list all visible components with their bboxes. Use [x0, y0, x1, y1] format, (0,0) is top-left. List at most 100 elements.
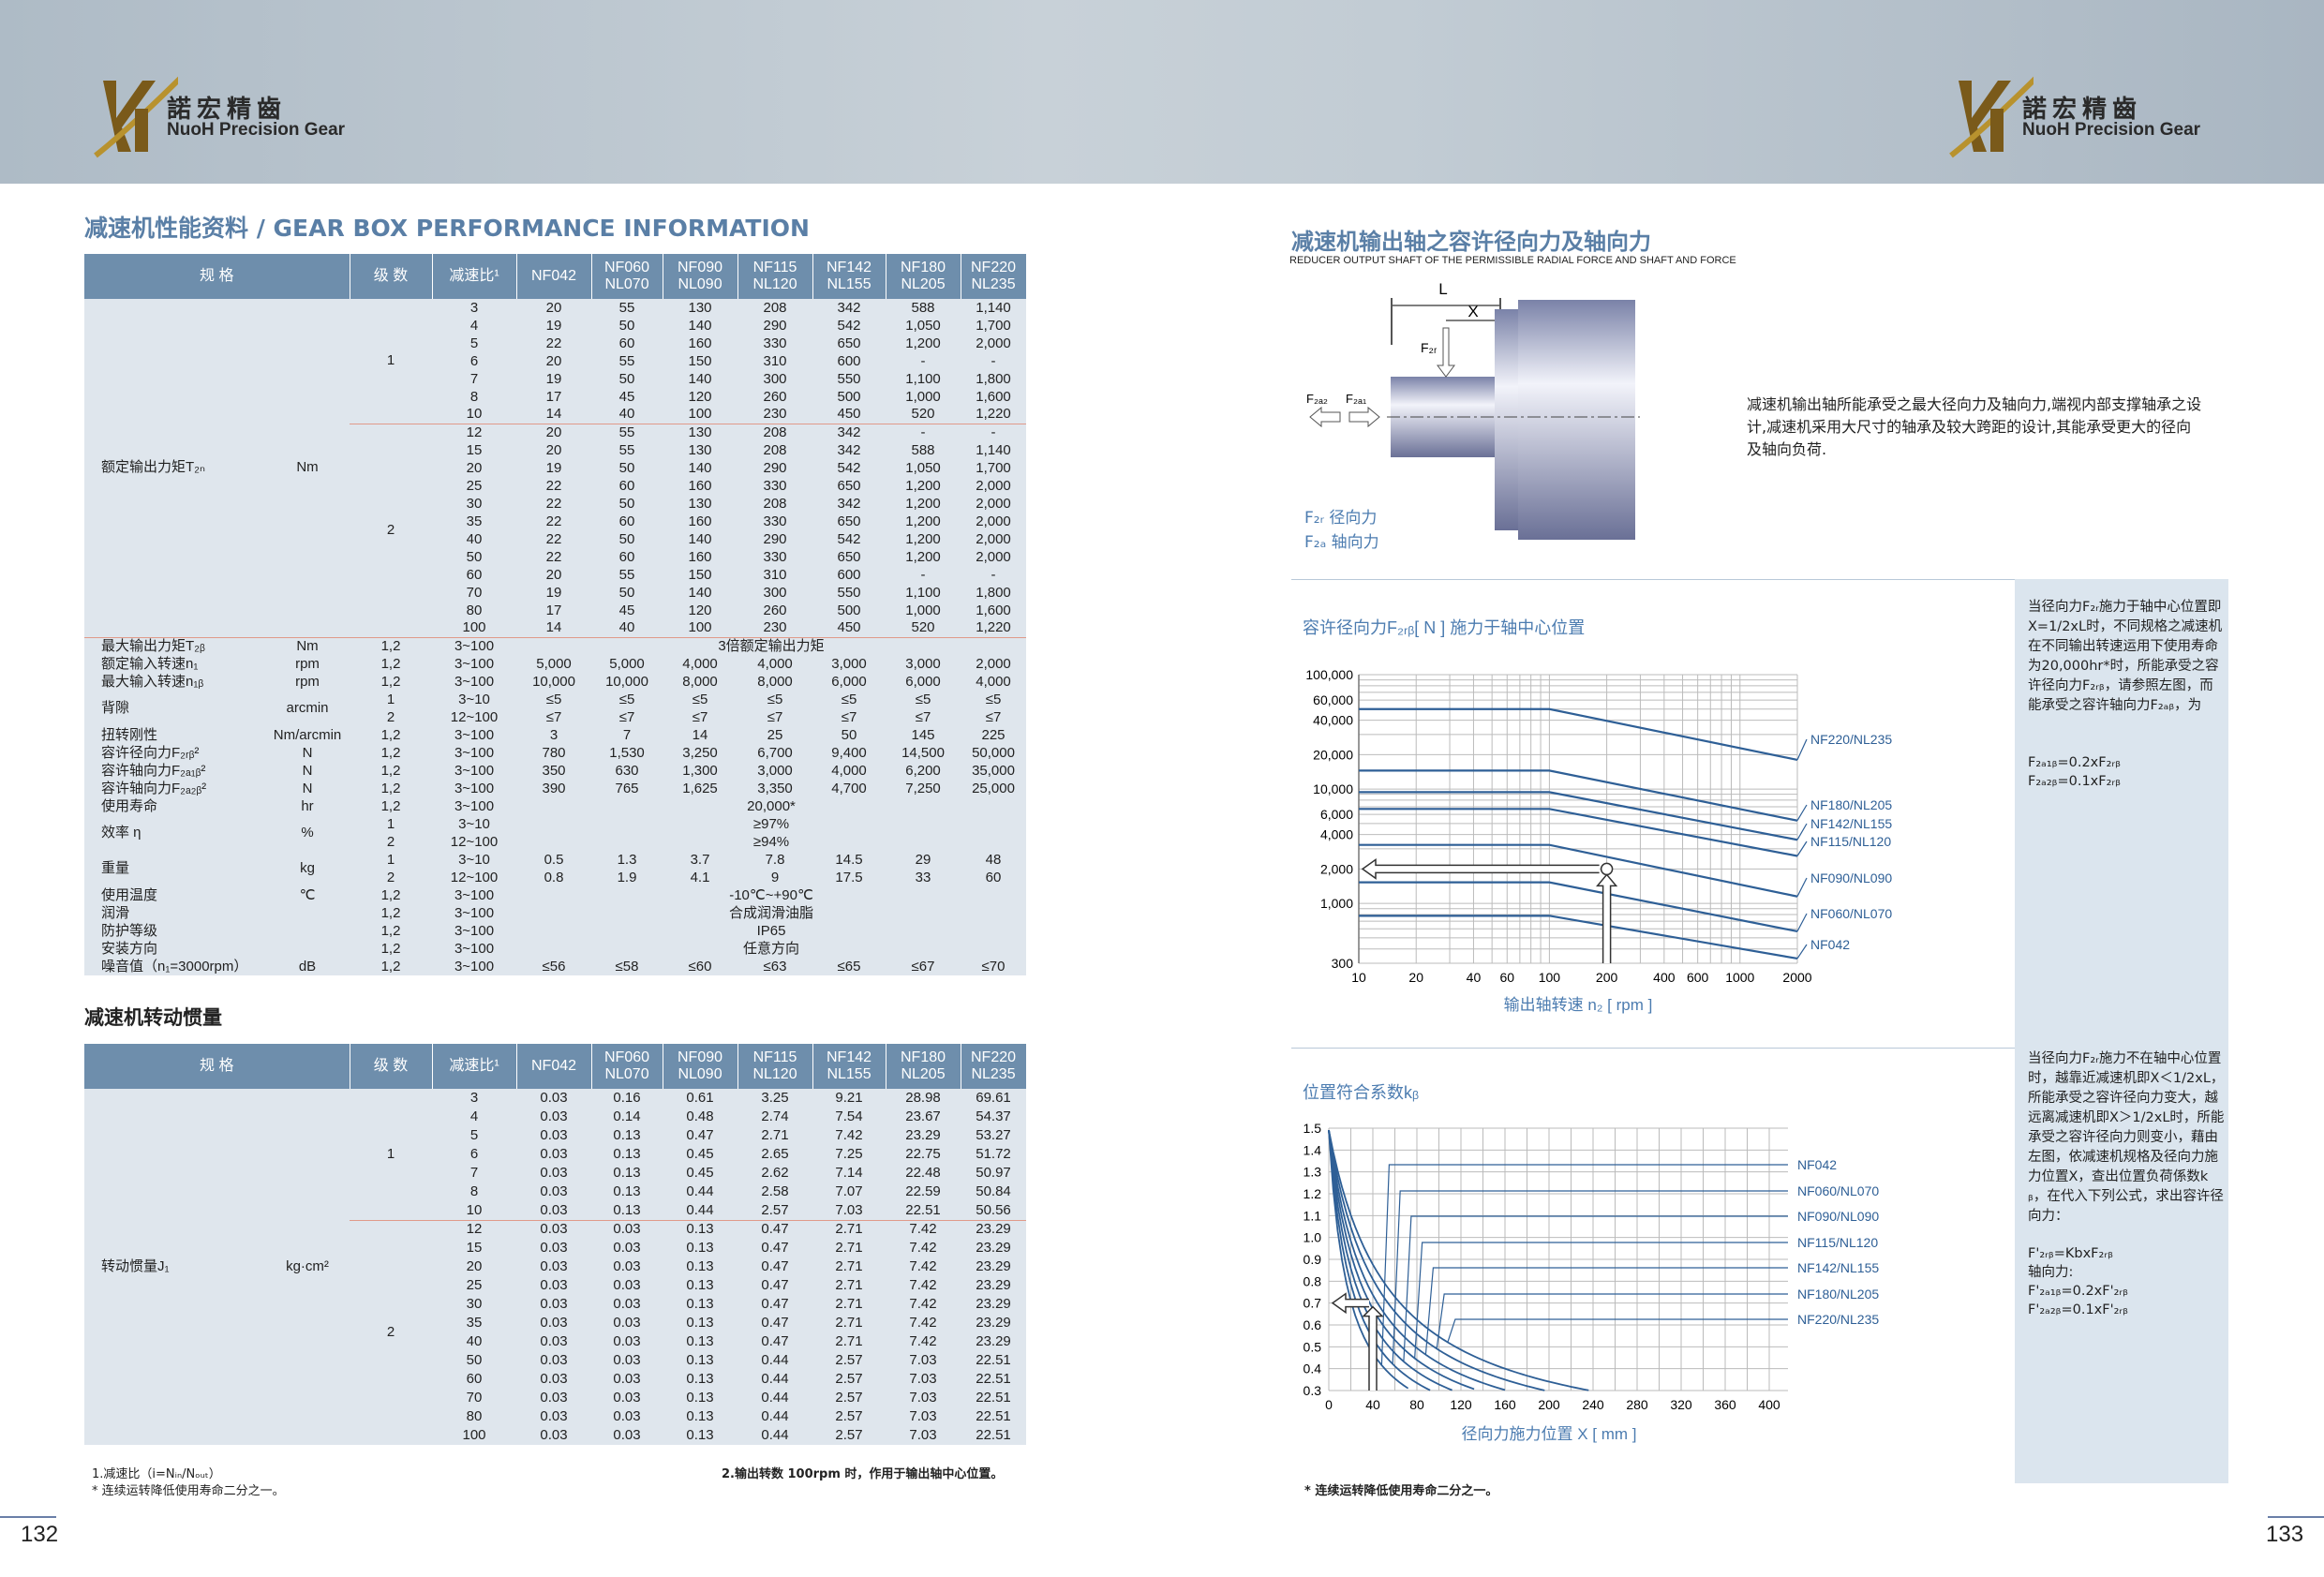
row-unit: dB — [265, 958, 350, 975]
chart2-series-label: NF090/NL090 — [1797, 1209, 1879, 1224]
chart1-y-tick: 1,000 — [1320, 896, 1353, 911]
chart2-series-label: NF060/NL070 — [1797, 1183, 1879, 1198]
table-cell: 0.44 — [663, 1201, 738, 1220]
column-header: 规 格 — [84, 254, 350, 299]
table-cell: 260 — [737, 388, 813, 406]
chart2-x-tick: 280 — [1626, 1397, 1648, 1412]
note2-formula-2: 轴向力: — [2028, 1265, 2074, 1280]
table-cell: 3,350 — [737, 780, 813, 797]
chart1-x-tick: 100 — [1539, 970, 1561, 985]
table-cell: 208 — [737, 441, 813, 459]
table-cell: 14 — [663, 726, 738, 744]
table-row: 重量 kg 1 3~10 0.5 1.3 3.7 7.8 14.5 29 48 — [84, 851, 1027, 886]
table-cell: 0.03 — [591, 1257, 663, 1276]
table-cell: 8,000 — [737, 673, 813, 691]
chart2-y-tick: 0.4 — [1304, 1361, 1322, 1376]
table-cell: 2.71 — [812, 1276, 886, 1295]
table-cell: 342 — [812, 495, 886, 513]
table-row: 额定输入转速n₁ rpm 1,2 3~100 5,000 5,000 4,000 4,000 3… — [84, 655, 1027, 673]
table-row: 防护等级 1,2 3~100 IP65 — [84, 922, 1027, 940]
table-cell: 48 — [961, 851, 1027, 869]
table-cell: 1,300 — [663, 762, 738, 780]
table-cell: ≤5 — [516, 691, 592, 708]
stage-cell: 1 — [350, 851, 433, 869]
table-cell: 300 — [737, 370, 813, 388]
table-cell: 19 — [516, 370, 592, 388]
span-cell: ≥97% — [516, 815, 1027, 833]
table-cell: 390 — [516, 780, 592, 797]
table-cell: 23.67 — [886, 1108, 961, 1126]
table-cell: 550 — [812, 584, 886, 602]
table-cell: 35 — [432, 513, 517, 530]
table-cell: 0.44 — [737, 1389, 813, 1407]
table-cell: 2,000 — [961, 495, 1027, 513]
table-cell: 23.29 — [886, 1126, 961, 1145]
radial-force-arrow — [1437, 327, 1455, 378]
table-row: 背隙 arcmin 1 3~10 ≤5 ≤5 ≤5 ≤5 ≤5 ≤5 ≤5 — [84, 691, 1027, 726]
chart2-y-tick: 0.9 — [1304, 1252, 1322, 1267]
chart1-y-tick: 300 — [1332, 956, 1354, 971]
stage-cell: 1,2 — [350, 762, 433, 780]
table-cell: 22 — [516, 477, 592, 495]
row-unit: ℃ — [265, 886, 350, 904]
table-row: 最大输入转速n₁ᵦ rpm 1,2 3~100 10,000 10,000 8,000 8,0… — [84, 673, 1027, 691]
table-cell: 22.51 — [961, 1351, 1027, 1370]
table-cell: 7.14 — [812, 1164, 886, 1183]
stage-cell: 2 — [350, 1219, 433, 1445]
span-cell: 20,000* — [516, 797, 1027, 815]
column-header: NF220 NL235 — [961, 1044, 1027, 1089]
table-row: 噪音值（n₁=3000rpm） dB 1,2 3~100 ≤56 ≤58 ≤60 ≤63 ≤65… — [84, 958, 1027, 975]
table-cell: 8 — [432, 1183, 517, 1201]
table-cell: 0.03 — [516, 1108, 592, 1126]
chart2-x-tick: 80 — [1409, 1397, 1424, 1412]
table-cell: 0.44 — [737, 1407, 813, 1426]
table-cell: 0.03 — [591, 1407, 663, 1426]
ratio-cell: 3~100 — [432, 726, 517, 744]
table-cell: 1,140 — [961, 299, 1027, 317]
table-cell: 140 — [663, 584, 738, 602]
table-cell: 1,625 — [663, 780, 738, 797]
row-unit: Nm — [265, 636, 350, 655]
table-cell: 100 — [663, 406, 738, 424]
table-cell: 22 — [516, 495, 592, 513]
table-cell: ≤7 — [886, 708, 961, 726]
ratio-cell: 3~100 — [432, 744, 517, 762]
divider-1 — [1291, 579, 2015, 580]
chart1-leader — [1796, 944, 1808, 960]
table-cell: 0.03 — [516, 1389, 592, 1407]
table-cell: 0.03 — [516, 1219, 592, 1239]
table-cell: ≤58 — [591, 958, 663, 975]
table-cell: 208 — [737, 299, 813, 317]
table-cell: - — [886, 423, 961, 441]
span-cell: 任意方向 — [516, 940, 1027, 958]
table-cell: 20 — [516, 441, 592, 459]
table-cell: - — [886, 352, 961, 370]
ratio-cell: 3~100 — [432, 673, 517, 691]
table-cell: 0.03 — [591, 1332, 663, 1351]
chart1-x-tick: 2000 — [1782, 970, 1811, 985]
chart1-y-tick: 6,000 — [1320, 807, 1353, 822]
table-cell: 0.13 — [663, 1332, 738, 1351]
table-cell: 1,000 — [886, 388, 961, 406]
table-cell: 0.47 — [737, 1276, 813, 1295]
table-cell: 1,200 — [886, 548, 961, 566]
table-cell: 3 — [516, 726, 592, 744]
table-cell: 3.25 — [737, 1089, 813, 1108]
table-cell: 2.71 — [812, 1257, 886, 1276]
table-cell: 50 — [591, 317, 663, 335]
column-header: NF180 NL205 — [886, 254, 961, 299]
table-cell: ≤60 — [663, 958, 738, 975]
row-label: 使用温度 — [84, 886, 265, 904]
footnote-output-speed: 2.输出转数 100rpm 时，作用于输出轴中心位置。 — [722, 1467, 1004, 1481]
chart2-leader — [1447, 1318, 1788, 1343]
table-cell: 650 — [812, 335, 886, 352]
chart2-y-tick: 1.2 — [1304, 1186, 1322, 1201]
table-cell: 2.71 — [812, 1219, 886, 1239]
table-cell: 3 — [432, 1089, 517, 1108]
table-cell: 1,100 — [886, 584, 961, 602]
table-cell: 0.03 — [516, 1426, 592, 1445]
table-cell: 5 — [432, 1126, 517, 1145]
chart2-x-tick: 200 — [1538, 1397, 1560, 1412]
chart1-x-tick: 40 — [1467, 970, 1482, 985]
table-cell: 23.29 — [961, 1295, 1027, 1314]
